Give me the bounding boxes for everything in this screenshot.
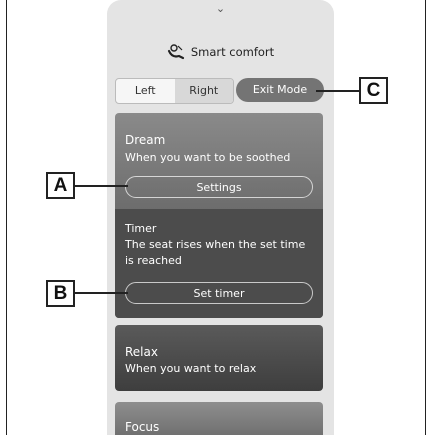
- relax-card[interactable]: Relax When you want to relax: [115, 325, 323, 391]
- focus-title: Focus: [125, 420, 160, 434]
- relax-subtitle: When you want to relax: [125, 362, 257, 375]
- timer-description-line2: is reached: [125, 254, 182, 267]
- chevron-down-icon[interactable]: ⌄: [107, 2, 334, 15]
- dream-subtitle: When you want to be soothed: [125, 151, 291, 164]
- panel-title: Smart comfort: [190, 45, 275, 59]
- seat-selector: Left Right: [115, 78, 234, 104]
- seat-icon: [167, 44, 185, 63]
- seat-option-right[interactable]: Right: [174, 79, 233, 103]
- callout-b-leader: [75, 292, 128, 294]
- exit-mode-button[interactable]: Exit Mode: [236, 78, 324, 102]
- timer-description-line1: The seat rises when the set time: [125, 238, 306, 251]
- callout-c-leader: [316, 90, 359, 92]
- focus-card[interactable]: Focus: [115, 402, 323, 435]
- callout-b: B: [46, 280, 75, 307]
- dream-card[interactable]: Dream When you want to be soothed Settin…: [115, 113, 323, 318]
- panel-header: Smart comfort: [107, 44, 334, 63]
- callout-a: A: [46, 172, 75, 199]
- callout-c: C: [359, 77, 388, 104]
- seat-option-left[interactable]: Left: [116, 79, 175, 103]
- relax-title: Relax: [125, 345, 158, 359]
- set-timer-button[interactable]: Set timer: [125, 282, 313, 304]
- settings-button[interactable]: Settings: [125, 176, 313, 198]
- smart-comfort-panel: ⌄ Smart comfort Left Right Exit Mode Dre…: [107, 0, 334, 435]
- dream-title: Dream: [125, 133, 166, 147]
- timer-title: Timer: [125, 222, 157, 235]
- callout-a-leader: [75, 185, 128, 187]
